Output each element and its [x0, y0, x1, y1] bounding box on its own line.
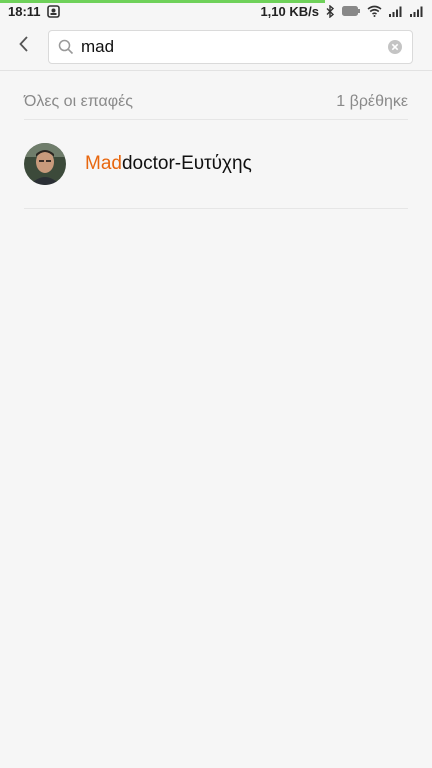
status-time: 18:11: [8, 3, 41, 19]
bluetooth-icon: [326, 4, 335, 18]
status-bar: 18:11 1,10 KB/s: [0, 0, 432, 22]
signal-icon-2: [410, 6, 424, 17]
battery-icon: [342, 6, 360, 16]
contact-name-match: Mad: [85, 153, 122, 174]
clear-icon[interactable]: [378, 30, 412, 64]
result-count: 1 βρέθηκε: [336, 92, 408, 110]
avatar: [24, 143, 66, 185]
contact-item[interactable]: Maddoctor-Ευτύχης: [24, 120, 408, 209]
back-button[interactable]: [0, 22, 48, 70]
wifi-icon: [367, 5, 382, 17]
search-header: [0, 22, 432, 71]
notification-icon: [46, 4, 60, 18]
section-header: Όλες οι επαφές 1 βρέθηκε: [24, 88, 408, 120]
contact-name: Maddoctor-Ευτύχης: [85, 153, 252, 175]
section-title: Όλες οι επαφές: [24, 92, 133, 110]
contact-name-rest: doctor-Ευτύχης: [121, 153, 252, 174]
signal-icon: [389, 6, 403, 17]
search-box[interactable]: [48, 30, 413, 64]
search-icon: [53, 30, 79, 64]
search-input[interactable]: [79, 32, 378, 62]
network-speed: 1,10 KB/s: [260, 3, 319, 19]
chevron-left-icon: [18, 35, 30, 58]
